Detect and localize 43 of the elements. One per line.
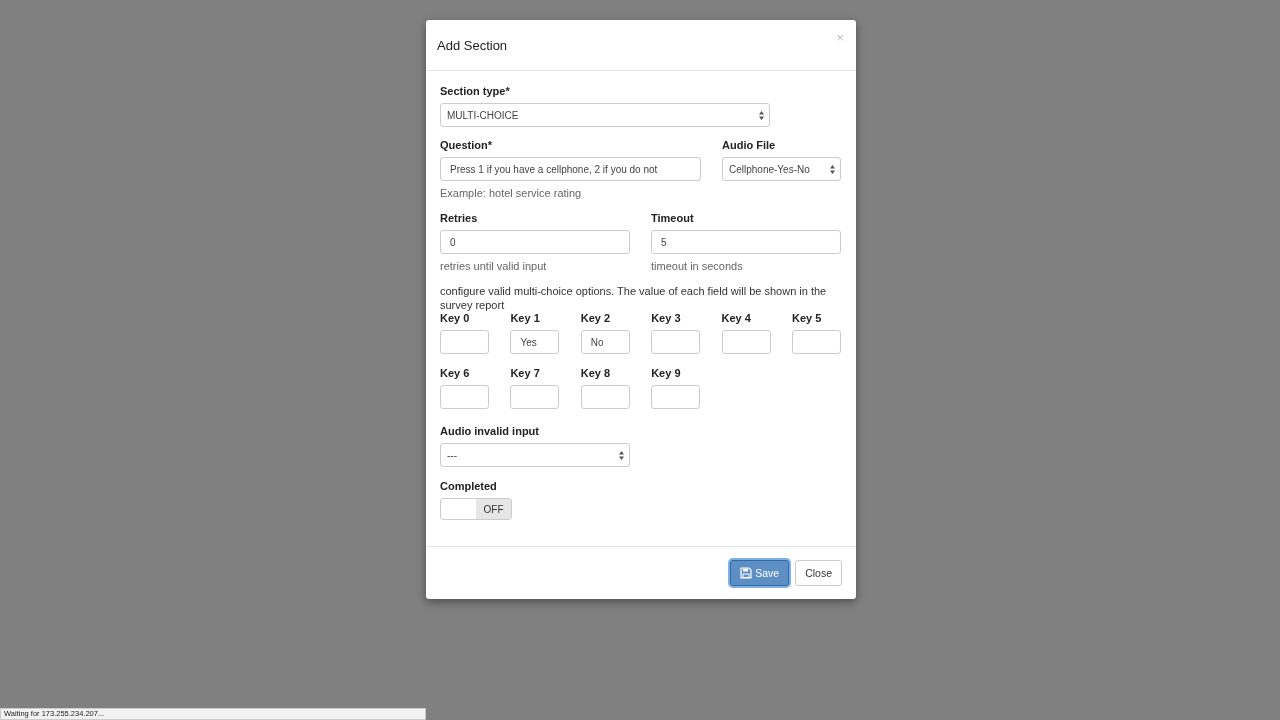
select-field[interactable]: MULTI-CHOICE — [440, 103, 770, 127]
field-label: Completed — [440, 480, 498, 493]
help-text: retries until valid input — [440, 260, 548, 273]
field-label: Key 0 — [440, 312, 471, 325]
field-label: Section type* — [440, 85, 511, 98]
field-label: Key 6 — [440, 367, 471, 380]
input-field[interactable] — [651, 330, 701, 354]
field-label: Retries — [440, 212, 479, 225]
field-label: Audio File — [722, 139, 777, 152]
field-label: Key 3 — [651, 312, 682, 325]
input-field[interactable] — [721, 330, 771, 354]
close-button[interactable]: Close — [795, 560, 842, 586]
field-label: Key 2 — [580, 312, 612, 325]
select-arrows-icon — [619, 450, 624, 460]
field-label: Key 5 — [791, 312, 823, 325]
select-field[interactable]: Cellphone-Yes-No — [722, 157, 841, 181]
select-arrows-icon — [830, 164, 835, 174]
input-field[interactable]: 0 — [440, 230, 630, 254]
help-text: Example: hotel service rating — [440, 187, 583, 200]
help-text: timeout in seconds — [651, 260, 744, 273]
field-label: Timeout — [651, 212, 695, 225]
input-field[interactable]: Press 1 if you have a cellphone, 2 if you do not — [440, 157, 701, 181]
input-field[interactable]: No — [580, 330, 630, 354]
input-field[interactable] — [651, 385, 701, 409]
input-field[interactable] — [440, 385, 489, 409]
toggle-switch[interactable]: OFF — [440, 498, 512, 520]
input-field[interactable] — [580, 385, 630, 409]
input-field[interactable]: Yes — [510, 330, 560, 354]
select-field[interactable]: --- — [440, 443, 630, 467]
field-label: Key 4 — [721, 312, 752, 325]
field-label: Question* — [440, 139, 493, 152]
field-label: Key 8 — [580, 367, 612, 380]
input-field[interactable]: 5 — [651, 230, 841, 254]
instruction-text: configure valid multi-choice options. The value of each field will be shown in the survey report — [440, 284, 828, 312]
input-field[interactable] — [791, 330, 841, 354]
input-field[interactable] — [510, 385, 560, 409]
field-label: Key 7 — [510, 367, 541, 380]
field-label: Key 1 — [510, 312, 541, 325]
field-label: Audio invalid input — [440, 425, 540, 438]
field-label: Key 9 — [651, 367, 682, 380]
select-arrows-icon — [759, 110, 764, 120]
input-field[interactable] — [440, 330, 489, 354]
dialog-title: Add Section — [437, 37, 508, 53]
